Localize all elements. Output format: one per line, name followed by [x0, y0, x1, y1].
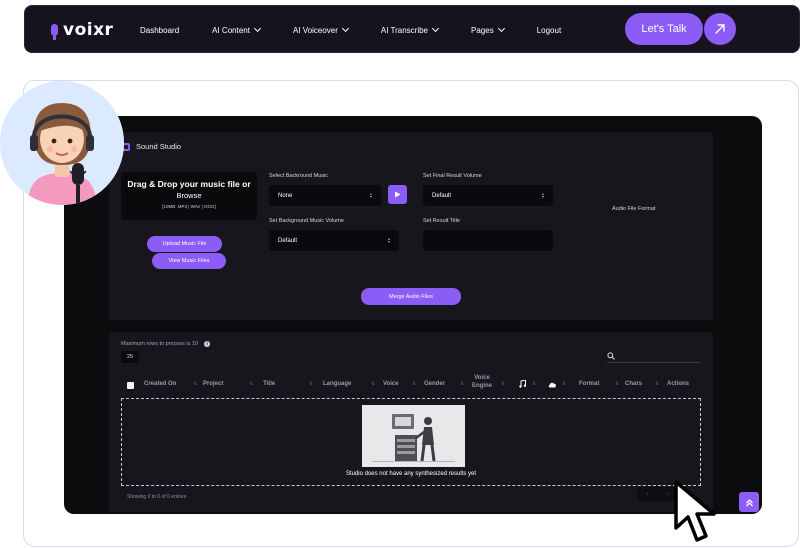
info-icon[interactable]: i [204, 341, 211, 347]
sort-icon: ⇅ [193, 381, 198, 387]
col-language[interactable]: Language [323, 381, 351, 387]
col-title[interactable]: Title [263, 381, 275, 387]
panel-header: Sound Studio [122, 142, 181, 151]
chevron-down-icon [341, 24, 349, 33]
sort-icon: ⇅ [249, 381, 254, 387]
select-all-checkbox[interactable] [127, 382, 134, 389]
nav-label: AI Voiceover [292, 25, 338, 35]
select-value: Default [278, 237, 298, 244]
nav-label: Logout [536, 25, 562, 35]
select-arrows-icon [388, 238, 391, 244]
music-note-icon [519, 380, 526, 388]
avatar-illustration [0, 81, 124, 205]
nav-item-ai-voiceover[interactable]: AI Voiceover [292, 24, 349, 35]
view-music-files-button[interactable]: View Music Files [152, 253, 226, 269]
col-gender[interactable]: Gender [424, 381, 445, 387]
nav-menu: Dashboard AI Content AI Voiceover AI Tra… [140, 6, 594, 54]
result-title-label: Set Result Title [423, 218, 460, 224]
empty-state-text: Studio does not have any synthesized res… [345, 471, 477, 477]
sort-icon: ⇅ [562, 381, 567, 387]
scroll-to-top-button[interactable] [739, 492, 759, 512]
sort-icon: ⇅ [532, 381, 537, 387]
nav-label: Pages [471, 25, 494, 35]
nav-item-logout[interactable]: Logout [537, 26, 561, 35]
microphone-logo-icon [51, 24, 58, 40]
max-rows-text: Maximum rows to process is 10 [121, 341, 199, 347]
select-value: Default [432, 192, 452, 199]
merge-audio-button[interactable]: Merge Audio Files [361, 288, 461, 305]
sort-icon: ⇅ [501, 381, 506, 387]
sort-icon: ⇅ [309, 381, 314, 387]
arrow-up-right-icon [715, 24, 725, 34]
page-size-select[interactable]: 25 [121, 351, 139, 363]
dropzone-formats: [10MB: MP3 | WAV | OGG] [162, 204, 216, 209]
upload-music-button[interactable]: Upload Music File [147, 236, 222, 252]
sound-studio-panel: Sound Studio Drag & Drop your music file… [109, 132, 713, 320]
nav-item-ai-content[interactable]: AI Content [212, 24, 261, 35]
previous-page-button[interactable]: ‹ [647, 491, 649, 497]
mouse-cursor-icon [674, 480, 716, 542]
brand-logo[interactable]: voixr [51, 20, 113, 40]
col-voice-engine[interactable]: Voice Engine [471, 374, 493, 390]
nav-label: AI Content [212, 25, 250, 35]
app-window: Sound Studio Drag & Drop your music file… [64, 116, 762, 514]
entries-info: Showing 0 to 0 of 0 entries [127, 494, 187, 500]
chevron-down-icon [497, 24, 505, 33]
col-chars[interactable]: Chars [625, 381, 642, 387]
final-volume-label: Set Final Result Volume [423, 173, 482, 179]
play-button[interactable] [388, 185, 407, 204]
empty-results-area: Studio does not have any synthesized res… [121, 398, 701, 486]
col-format[interactable]: Format [579, 381, 599, 387]
nav-label: AI Transcribe [380, 25, 429, 35]
cloud-download-icon [548, 382, 556, 388]
bg-music-label: Select Backround Music [269, 173, 328, 179]
search-icon [607, 352, 615, 360]
final-volume-select[interactable]: Default [423, 185, 553, 206]
select-arrows-icon [370, 193, 373, 199]
next-page-button[interactable]: › [668, 491, 670, 497]
nav-item-pages[interactable]: Pages [471, 24, 505, 35]
bg-music-select[interactable]: None [269, 185, 381, 206]
col-actions: Actions [667, 381, 690, 387]
results-panel: Maximum rows to process is 10 i 25 Creat… [109, 332, 713, 512]
panel-title: Sound Studio [136, 142, 182, 151]
nav-label: Dashboard [140, 25, 180, 35]
browse-link[interactable]: Browse [121, 190, 257, 201]
top-navigation: voixr Dashboard AI Content AI Voiceover … [24, 5, 800, 53]
sort-icon: ⇅ [460, 381, 465, 387]
music-dropzone[interactable]: Drag & Drop your music file or Browse [1… [121, 172, 257, 220]
max-rows-note: Maximum rows to process is 10 i [121, 341, 211, 347]
chevron-down-icon [431, 24, 440, 33]
col-created-on[interactable]: Created On [144, 381, 176, 387]
col-project[interactable]: Project [203, 381, 223, 387]
nav-item-ai-transcribe[interactable]: AI Transcribe [380, 24, 440, 35]
select-arrows-icon [542, 193, 545, 199]
col-voice[interactable]: Voice [383, 381, 399, 387]
brand-name: voixr [63, 20, 114, 40]
dropzone-text: Drag & Drop your music file or [127, 179, 251, 189]
bg-volume-label: Set Background Music Volume [269, 218, 344, 224]
result-title-input[interactable] [423, 230, 553, 251]
sort-icon: ⇅ [655, 381, 660, 387]
avatar [0, 81, 124, 205]
play-icon [395, 191, 401, 198]
sort-icon: ⇅ [371, 381, 376, 387]
empty-state-illustration [362, 405, 465, 467]
arrow-up-right-button[interactable] [704, 13, 736, 45]
select-value: None [278, 192, 293, 199]
sort-icon: ⇅ [412, 381, 417, 387]
lets-talk-button[interactable]: Let's Talk [625, 13, 703, 45]
table-header-row: Created On ⇅ Project ⇅ Title ⇅ Language … [121, 374, 705, 396]
table-search-input[interactable] [607, 351, 701, 363]
nav-item-dashboard[interactable]: Dashboard [140, 26, 179, 35]
empty-state-image [362, 405, 465, 467]
double-chevron-up-icon [745, 498, 753, 506]
sort-icon: ⇅ [615, 381, 620, 387]
bg-volume-select[interactable]: Default [269, 230, 399, 251]
audio-format-label: Audio File Format [612, 206, 656, 212]
chevron-down-icon [253, 24, 261, 33]
